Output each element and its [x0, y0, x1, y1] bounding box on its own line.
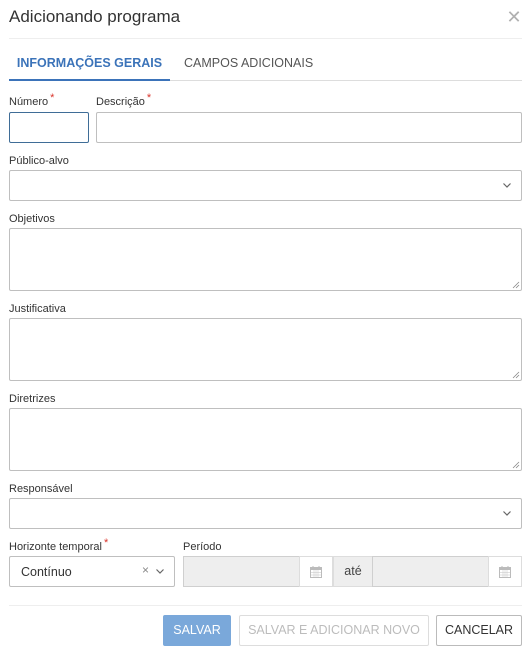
chevron-down-icon [503, 510, 511, 516]
resize-handle-icon[interactable] [512, 371, 520, 379]
header-divider [9, 38, 522, 39]
horizonte-temporal-select[interactable]: Contínuo × [9, 556, 175, 587]
save-and-add-new-button[interactable]: SALVAR E ADICIONAR NOVO [239, 615, 429, 646]
periodo-start-calendar-button[interactable] [299, 556, 333, 587]
diretrizes-label: Diretrizes [9, 393, 56, 405]
save-button[interactable]: SALVAR [163, 615, 231, 646]
cancel-button[interactable]: CANCELAR [436, 615, 522, 646]
close-icon[interactable]: ✕ [505, 8, 523, 26]
chevron-down-icon [503, 182, 511, 188]
footer-divider [9, 605, 522, 606]
objetivos-label: Objetivos [9, 213, 55, 225]
horizonte-temporal-label: Horizonte temporal * [9, 537, 108, 553]
descricao-input[interactable] [96, 112, 522, 143]
required-marker: * [50, 92, 55, 104]
descricao-label: Descrição * [96, 92, 151, 108]
periodo-separator: até [333, 556, 373, 587]
resize-handle-icon[interactable] [512, 461, 520, 469]
publico-alvo-select[interactable] [9, 170, 522, 201]
numero-label-text: Número [9, 96, 49, 108]
responsavel-label: Responsável [9, 483, 73, 495]
objetivos-textarea[interactable] [9, 228, 522, 291]
numero-input[interactable] [9, 112, 89, 143]
required-marker: * [146, 92, 152, 104]
responsavel-select[interactable] [9, 498, 522, 529]
periodo-start-input[interactable] [183, 556, 300, 587]
publico-alvo-label: Público-alvo [9, 155, 69, 167]
descricao-label-text: Descrição [96, 96, 145, 108]
periodo-label: Período [183, 541, 222, 553]
horizonte-temporal-value: Contínuo [21, 565, 72, 579]
diretrizes-textarea[interactable] [9, 408, 522, 471]
periodo-end-input[interactable] [372, 556, 489, 587]
periodo-end-calendar-button[interactable] [488, 556, 522, 587]
tab-campos-adicionais[interactable]: CAMPOS ADICIONAIS [184, 51, 313, 81]
tab-bar: INFORMAÇÕES GERAIS CAMPOS ADICIONAIS [9, 51, 522, 81]
calendar-icon [310, 565, 322, 578]
dialog-title: Adicionando programa [9, 7, 181, 26]
clear-selection-icon[interactable]: × [142, 563, 149, 577]
chevron-down-icon[interactable] [155, 566, 165, 576]
required-marker: * [103, 537, 109, 549]
tab-informacoes-gerais[interactable]: INFORMAÇÕES GERAIS [9, 51, 170, 81]
numero-label: Número * [9, 92, 54, 108]
justificativa-label: Justificativa [9, 303, 66, 315]
calendar-icon [499, 565, 511, 578]
horizonte-temporal-label-text: Horizonte temporal [9, 541, 102, 553]
resize-handle-icon[interactable] [512, 281, 520, 289]
justificativa-textarea[interactable] [9, 318, 522, 381]
